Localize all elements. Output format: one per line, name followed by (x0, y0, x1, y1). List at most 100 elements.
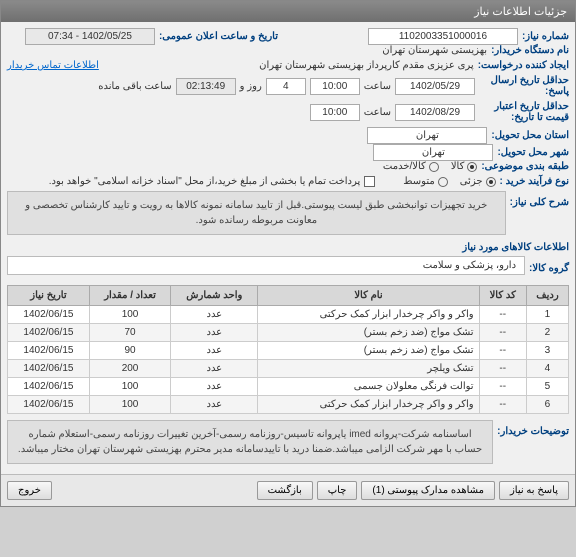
city-value: تهران (373, 144, 493, 161)
province-value: تهران (367, 127, 487, 144)
topic-type-radios: کالا کالا/خدمت (383, 161, 477, 172)
buyer-org-label: نام دستگاه خریدار: (491, 45, 569, 56)
radio-jozi-label: جزئی (460, 176, 483, 187)
cell-n: 4 (526, 360, 568, 378)
radio-kala-service-label: کالا/خدمت (383, 161, 426, 172)
days-label: روز و (240, 81, 262, 92)
cell-code: -- (479, 342, 526, 360)
description-title: شرح کلی نیاز: (510, 191, 569, 208)
items-section-title: اطلاعات کالاهای مورد نیاز (7, 239, 569, 256)
cell-qty: 100 (89, 396, 170, 414)
print-button[interactable]: چاپ (317, 481, 358, 500)
cell-qty: 70 (89, 324, 170, 342)
titlebar: جزئیات اطلاعات نیاز (1, 1, 575, 22)
table-row[interactable]: 5--توالت فرنگی معلولان جسمیعدد1001402/06… (8, 378, 569, 396)
cell-date: 1402/06/15 (8, 306, 90, 324)
city-label: شهر محل تحویل: (497, 147, 569, 158)
th-name: نام کالا (258, 286, 479, 306)
table-row[interactable]: 4--تشک ویلچرعدد2001402/06/15 (8, 360, 569, 378)
buyer-notes-label: توضیحات خریدار: (497, 420, 569, 437)
cell-name: واکر و واکر چرخدار ابزار کمک حرکتی (258, 306, 479, 324)
cell-code: -- (479, 324, 526, 342)
cell-date: 1402/06/15 (8, 360, 90, 378)
cell-code: -- (479, 378, 526, 396)
cell-code: -- (479, 306, 526, 324)
description-box: خرید تجهیزات توانبخشی طبق لیست پیوستی.قب… (7, 191, 506, 235)
validity-time: 10:00 (310, 104, 360, 121)
cell-unit: عدد (171, 360, 258, 378)
th-qty: تعداد / مقدار (89, 286, 170, 306)
radio-kala-service[interactable] (429, 162, 439, 172)
cell-name: تشک مواج (ضد زخم بستر) (258, 342, 479, 360)
cell-n: 6 (526, 396, 568, 414)
items-table: ردیف کد کالا نام کالا واحد شمارش تعداد /… (7, 285, 569, 414)
remaining-label: ساعت باقی مانده (98, 81, 171, 92)
announce-dt-label: تاریخ و ساعت اعلان عمومی: (159, 31, 278, 42)
announce-dt-value: 1402/05/25 - 07:34 (25, 28, 155, 45)
radio-motavaset[interactable] (438, 177, 448, 187)
cell-date: 1402/06/15 (8, 378, 90, 396)
contact-link[interactable]: اطلاعات تماس خریدار (7, 60, 99, 71)
cell-unit: عدد (171, 342, 258, 360)
cell-name: واکر و واکر چرخدار ابزار کمک حرکتی (258, 396, 479, 414)
group-value: دارو، پزشکی و سلامت (7, 256, 525, 275)
cell-date: 1402/06/15 (8, 342, 90, 360)
table-row[interactable]: 1--واکر و واکر چرخدار ابزار کمک حرکتیعدد… (8, 306, 569, 324)
payment-note: پرداخت تمام یا بخشی از مبلغ خرید،از محل … (49, 176, 361, 187)
cell-date: 1402/06/15 (8, 324, 90, 342)
th-row: ردیف (526, 286, 568, 306)
table-row[interactable]: 2--تشک مواج (ضد زخم بستر)عدد701402/06/15 (8, 324, 569, 342)
cell-qty: 200 (89, 360, 170, 378)
back-button[interactable]: بازگشت (257, 481, 313, 500)
radio-kala[interactable] (467, 162, 477, 172)
validity-date: 1402/08/29 (395, 104, 475, 121)
validity-label: حداقل تاریخ اعتبار قیمت تا تاریخ: (479, 101, 569, 123)
cell-code: -- (479, 360, 526, 378)
time-label-1: ساعت (364, 81, 391, 92)
deadline-time: 10:00 (310, 78, 360, 95)
cell-unit: عدد (171, 306, 258, 324)
cell-unit: عدد (171, 378, 258, 396)
button-bar: پاسخ به نیاز مشاهده مدارک پیوستی (1) چاپ… (1, 474, 575, 506)
table-row[interactable]: 6--واکر و واکر چرخدار ابزار کمک حرکتیعدد… (8, 396, 569, 414)
province-label: استان محل تحویل: (491, 130, 569, 141)
respond-button[interactable]: پاسخ به نیاز (499, 481, 569, 500)
cell-n: 3 (526, 342, 568, 360)
th-unit: واحد شمارش (171, 286, 258, 306)
need-number-value: 1102003351000016 (368, 28, 518, 45)
radio-kala-label: کالا (451, 161, 465, 172)
cell-unit: عدد (171, 324, 258, 342)
attachments-button[interactable]: مشاهده مدارک پیوستی (1) (361, 481, 495, 500)
topic-type-label: طبقه بندی موضوعی: (481, 161, 569, 172)
cell-name: تشک ویلچر (258, 360, 479, 378)
buyer-org-value: بهزیستی شهرستان تهران (382, 45, 487, 56)
cell-date: 1402/06/15 (8, 396, 90, 414)
need-number-label: شماره نیاز: (522, 31, 569, 42)
group-label: گروه کالا: (529, 263, 569, 274)
th-code: کد کالا (479, 286, 526, 306)
table-row[interactable]: 3--تشک مواج (ضد زخم بستر)عدد901402/06/15 (8, 342, 569, 360)
cell-name: تشک مواج (ضد زخم بستر) (258, 324, 479, 342)
cell-qty: 90 (89, 342, 170, 360)
requester-value: پری عزیزی مقدم کارپرداز بهزیستی شهرستان … (259, 60, 474, 71)
cell-name: توالت فرنگی معلولان جسمی (258, 378, 479, 396)
cell-qty: 100 (89, 378, 170, 396)
remaining-time: 02:13:49 (176, 78, 236, 95)
process-type-label: نوع فرآیند خرید : (500, 176, 569, 187)
buyer-notes-box: اساسنامه شرکت-پروانه imed یاپروانه تاسیس… (7, 420, 493, 464)
days-value: 4 (266, 78, 306, 95)
radio-motavaset-label: متوسط (403, 176, 434, 187)
cell-n: 2 (526, 324, 568, 342)
cell-qty: 100 (89, 306, 170, 324)
content-area: شماره نیاز: 1102003351000016 تاریخ و ساع… (1, 22, 575, 474)
radio-jozi[interactable] (486, 177, 496, 187)
treasury-checkbox[interactable] (364, 176, 375, 187)
deadline-label: حداقل تاریخ ارسال پاسخ: (479, 75, 569, 97)
exit-button[interactable]: خروج (7, 481, 52, 500)
window-title: جزئیات اطلاعات نیاز (474, 6, 567, 18)
modal-window: جزئیات اطلاعات نیاز شماره نیاز: 11020033… (0, 0, 576, 507)
cell-n: 1 (526, 306, 568, 324)
cell-unit: عدد (171, 396, 258, 414)
time-label-2: ساعت (364, 107, 391, 118)
deadline-date: 1402/05/29 (395, 78, 475, 95)
